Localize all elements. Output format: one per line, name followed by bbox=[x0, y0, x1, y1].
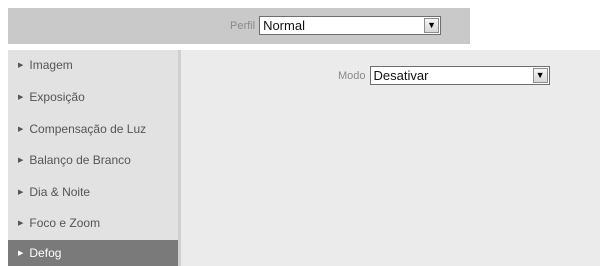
sidebar-item-compensacao-de-luz[interactable]: ▶ Compensação de Luz bbox=[8, 116, 178, 142]
caret-right-icon: ▶ bbox=[18, 189, 24, 196]
sidebar: ▶ Imagem ▶ Exposição ▶ Compensação de Lu… bbox=[8, 50, 178, 266]
profile-bar: Perfil Normal ▼ bbox=[8, 8, 470, 44]
sidebar-item-exposicao[interactable]: ▶ Exposição bbox=[8, 84, 178, 110]
sidebar-item-label: Balanço de Branco bbox=[29, 153, 131, 167]
mode-select-value: Desativar bbox=[373, 68, 429, 83]
sidebar-item-label: Foco e Zoom bbox=[29, 216, 101, 230]
caret-right-icon: ▶ bbox=[18, 62, 24, 69]
mode-group: Modo Desativar ▼ bbox=[338, 66, 550, 85]
caret-right-icon: ▶ bbox=[18, 250, 24, 257]
sidebar-item-label: Dia & Noite bbox=[29, 185, 91, 199]
sidebar-item-label: Imagem bbox=[29, 58, 73, 72]
mode-select[interactable]: Desativar ▼ bbox=[369, 66, 550, 85]
sidebar-item-imagem[interactable]: ▶ Imagem bbox=[8, 52, 178, 78]
dropdown-arrow-icon[interactable]: ▼ bbox=[532, 68, 548, 83]
caret-right-icon: ▶ bbox=[18, 220, 24, 227]
caret-right-icon: ▶ bbox=[18, 94, 24, 101]
dropdown-arrow-icon[interactable]: ▼ bbox=[424, 18, 440, 33]
sidebar-item-label: Exposição bbox=[29, 90, 85, 104]
caret-right-icon: ▶ bbox=[18, 157, 24, 164]
mode-label: Modo bbox=[338, 69, 366, 82]
sidebar-item-foco-e-zoom[interactable]: ▶ Foco e Zoom bbox=[8, 210, 178, 236]
sidebar-item-label: Defog bbox=[29, 246, 62, 260]
caret-right-icon: ▶ bbox=[18, 126, 24, 133]
sidebar-item-dia-noite[interactable]: ▶ Dia & Noite bbox=[8, 179, 178, 205]
profile-label: Perfil bbox=[230, 19, 256, 32]
sidebar-item-label: Compensação de Luz bbox=[29, 122, 147, 136]
profile-group: Perfil Normal ▼ bbox=[230, 16, 442, 35]
profile-select[interactable]: Normal ▼ bbox=[259, 16, 442, 35]
sidebar-item-defog[interactable]: ▶ Defog bbox=[8, 240, 178, 266]
settings-panel: ▶ Imagem ▶ Exposição ▶ Compensação de Lu… bbox=[8, 50, 600, 266]
sidebar-item-balanco-de-branco[interactable]: ▶ Balanço de Branco bbox=[8, 147, 178, 173]
sidebar-divider bbox=[178, 50, 181, 266]
profile-select-value: Normal bbox=[263, 18, 305, 33]
